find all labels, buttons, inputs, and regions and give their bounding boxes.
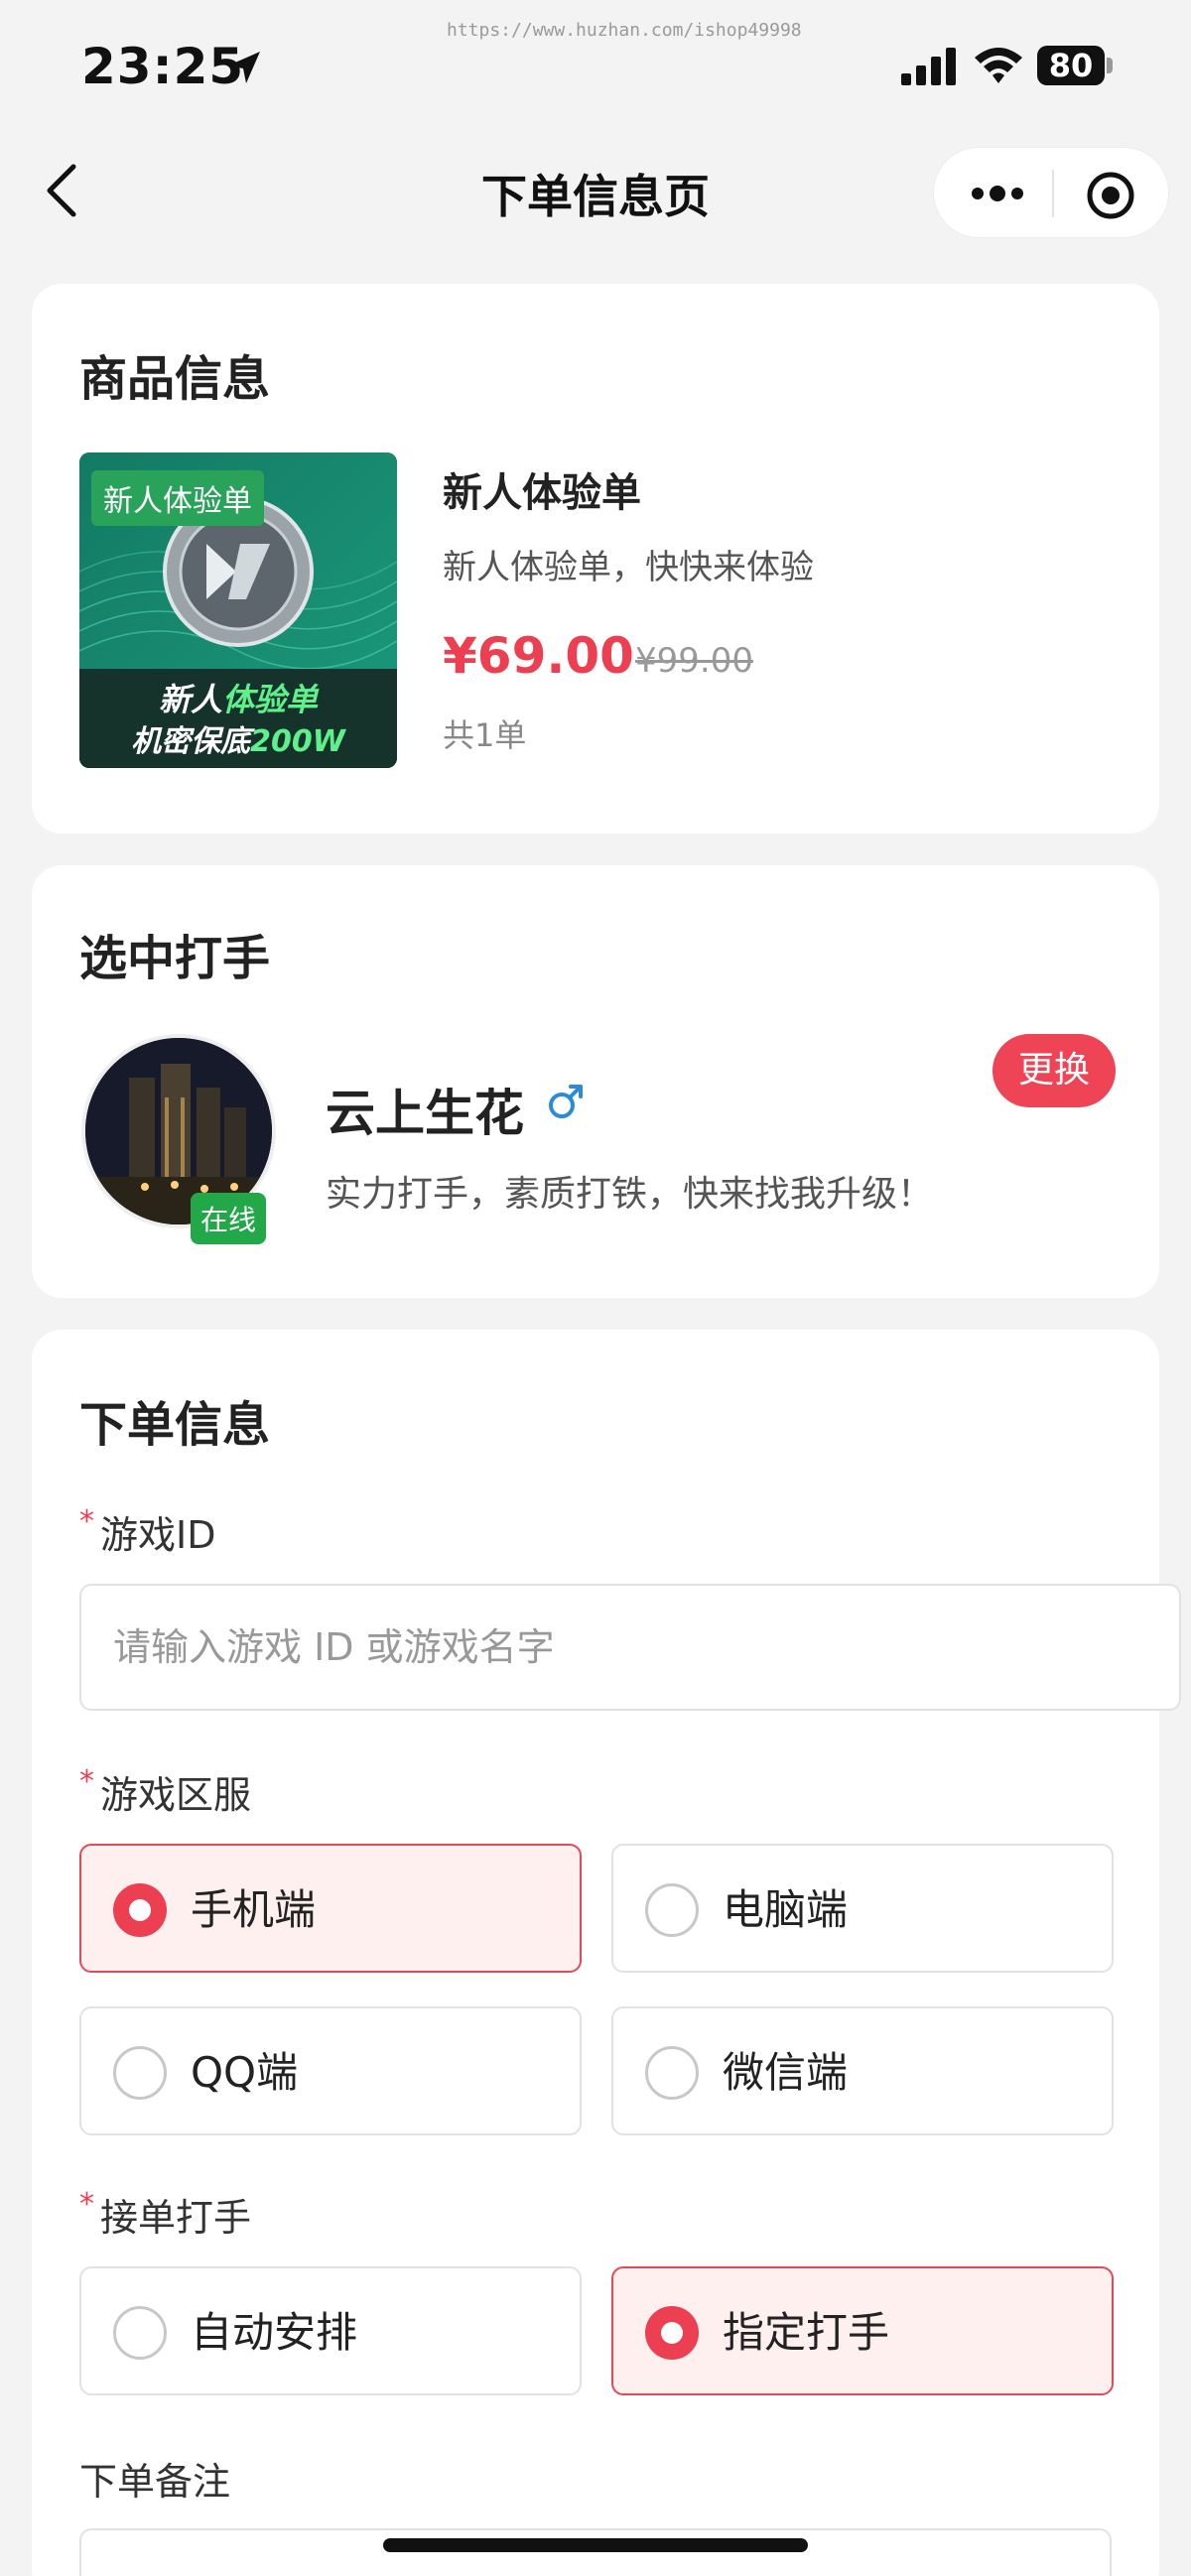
status-bar: 23:25 https://www.huzhan.com/ishop49998 … xyxy=(0,0,1191,129)
product-image[interactable]: 新人体验单 新人体验单 机密保底200W xyxy=(79,452,397,768)
product-original-price: ¥99.00 xyxy=(635,641,753,681)
server-option-wechat[interactable]: 微信端 xyxy=(611,2006,1114,2135)
player-section-title: 选中打手 xyxy=(79,931,271,986)
game-id-input[interactable] xyxy=(79,1584,1181,1711)
option-label: 指定打手 xyxy=(723,2308,890,2357)
battery-tip xyxy=(1107,58,1113,73)
player-name: 云上生花 xyxy=(326,1085,524,1142)
required-mark: * xyxy=(79,1504,94,1539)
order-info-card: 下单信息 *游戏ID *游戏区服 手机端 电脑端 QQ端 微信端 *接单打手 自… xyxy=(32,1330,1181,2576)
radio-empty-icon xyxy=(113,2306,167,2360)
server-option-mobile[interactable]: 手机端 xyxy=(79,1844,582,1973)
required-mark: * xyxy=(79,1764,94,1799)
watermark-text: https://www.huzhan.com/ishop49998 xyxy=(447,20,802,41)
close-target-icon[interactable] xyxy=(1085,170,1136,221)
game-id-label: * 游戏ID xyxy=(79,1504,216,1557)
order-remark-label: 下单备注 xyxy=(79,2460,231,2504)
server-label: * 游戏区服 xyxy=(79,1764,252,1817)
more-icon[interactable] xyxy=(968,174,1027,213)
image-caption-line2: 机密保底200W xyxy=(131,724,345,759)
radio-selected-icon xyxy=(113,1883,167,1937)
online-status-badge: 在线 xyxy=(191,1193,267,1244)
selected-player-card: 选中打手 在线 云上生花 实力打手，素质打铁，快来找我升级！ 更换 xyxy=(32,865,1159,1298)
wifi-icon xyxy=(975,48,1022,83)
option-label: 电脑端 xyxy=(723,1885,849,1934)
male-gender-icon xyxy=(549,1085,583,1118)
radio-empty-icon xyxy=(113,2046,167,2100)
radio-selected-icon xyxy=(645,2306,699,2360)
image-caption-line1: 新人体验单 xyxy=(158,681,319,718)
product-section-title: 商品信息 xyxy=(79,351,271,407)
server-option-qq[interactable]: QQ端 xyxy=(79,2006,582,2135)
image-tag: 新人体验单 xyxy=(91,470,264,526)
status-time: 23:25 xyxy=(81,38,245,95)
product-info-card: 商品信息 新人体验单 新人体验单 机密保底200W 新人体验单 新人体验单，快快… xyxy=(32,284,1159,834)
product-count: 共1单 xyxy=(443,716,527,754)
capsule-divider xyxy=(1052,170,1054,217)
nav-bar: 下单信息页 xyxy=(0,129,1191,258)
location-arrow-icon xyxy=(228,52,260,83)
change-player-button[interactable]: 更换 xyxy=(992,1034,1116,1107)
player-description: 实力打手，素质打铁，快来找我升级！ xyxy=(326,1174,934,1215)
product-price: ¥69.00 xyxy=(443,627,634,685)
option-label: QQ端 xyxy=(191,2048,299,2097)
product-name: 新人体验单 xyxy=(443,470,641,516)
order-remark-input[interactable] xyxy=(79,2528,1112,2576)
radio-empty-icon xyxy=(645,2046,699,2100)
product-description: 新人体验单，快快来体验 xyxy=(443,548,814,587)
option-label: 微信端 xyxy=(723,2048,849,2097)
home-indicator[interactable] xyxy=(383,2538,808,2552)
option-label: 手机端 xyxy=(191,1885,317,1934)
option-label: 自动安排 xyxy=(191,2308,358,2357)
server-option-pc[interactable]: 电脑端 xyxy=(611,1844,1114,1973)
assign-option-specified[interactable]: 指定打手 xyxy=(611,2266,1114,2395)
mini-program-capsule xyxy=(933,147,1169,238)
battery-indicator: 80 xyxy=(1037,46,1105,85)
order-section-title: 下单信息 xyxy=(79,1397,271,1453)
radio-empty-icon xyxy=(645,1883,699,1937)
cellular-signal-icon xyxy=(901,48,956,85)
assign-player-label: * 接单打手 xyxy=(79,2187,252,2240)
assign-option-auto[interactable]: 自动安排 xyxy=(79,2266,582,2395)
required-mark: * xyxy=(79,2187,94,2222)
